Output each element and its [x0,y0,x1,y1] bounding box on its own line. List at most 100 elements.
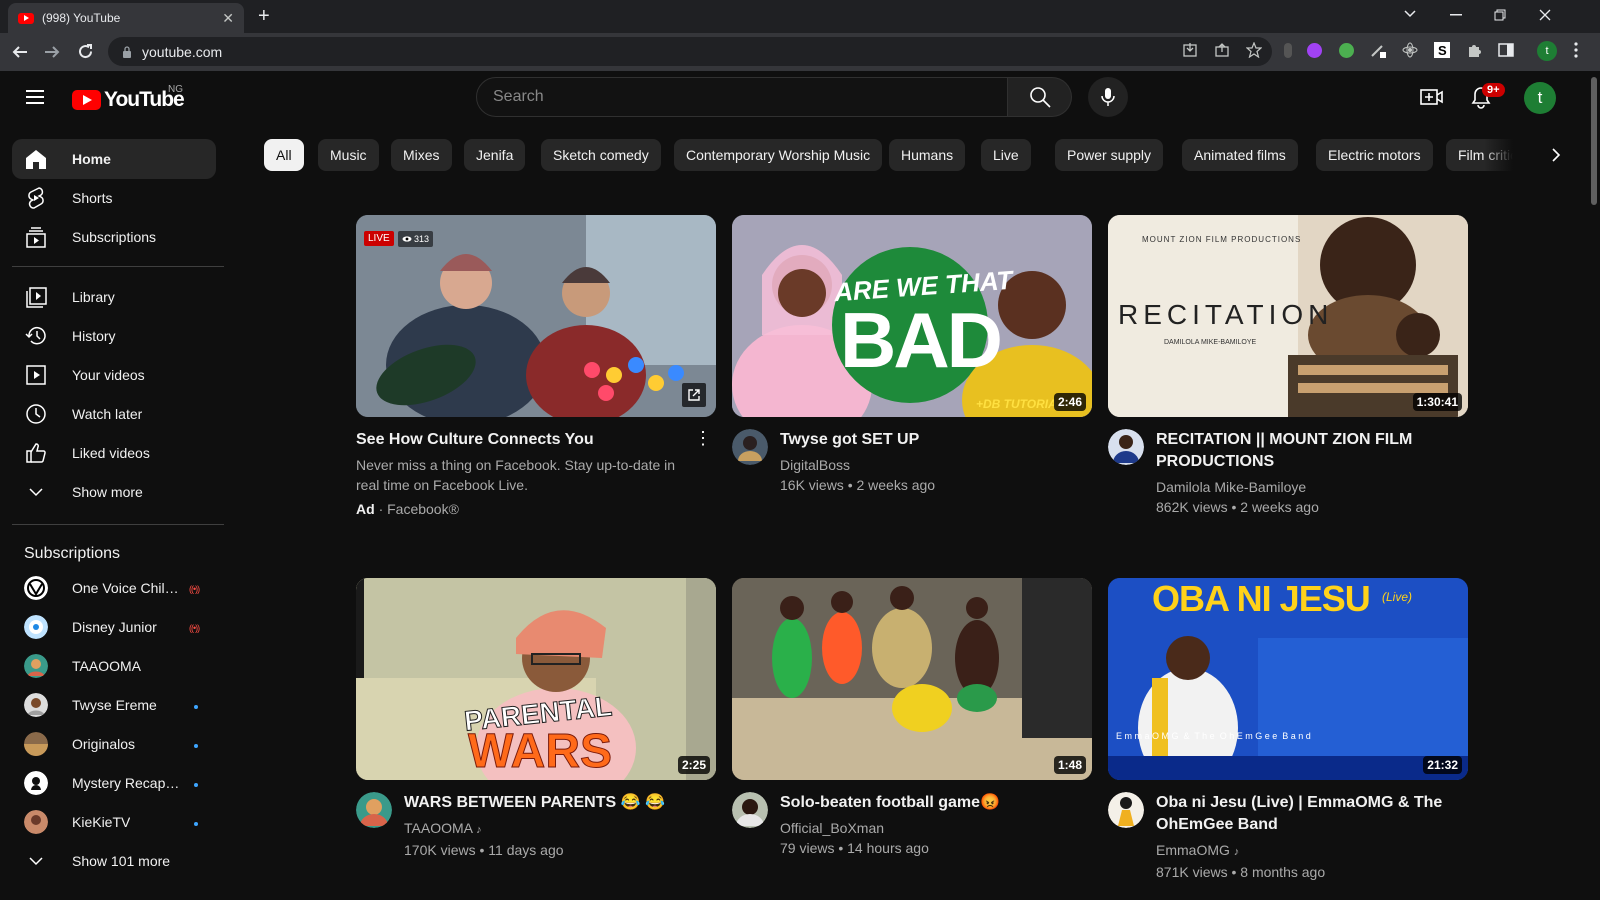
search-button[interactable] [1008,77,1072,117]
sidebar-item-subscriptions[interactable]: Subscriptions [12,217,216,257]
account-avatar[interactable]: t [1524,82,1556,114]
channel-name[interactable]: DigitalBoss [780,455,935,475]
extension-2-icon[interactable] [1307,43,1322,58]
minimize-icon[interactable] [1450,14,1462,16]
extension-6-icon[interactable]: S [1434,42,1450,58]
video-card[interactable]: MOUNT ZION FILM PRODUCTIONS RECITATION D… [1108,215,1468,517]
channel-avatar[interactable] [732,792,768,828]
extension-5-icon[interactable] [1402,42,1418,58]
sidebar-item-shorts[interactable]: Shorts [12,178,216,218]
channel-name[interactable]: TAAOOMA ♪ [404,818,665,840]
browser-tab[interactable]: (998) YouTube ✕ [8,3,244,33]
video-card[interactable]: ARE WE THAT BAD +DB TUTORIA 2:46 Twyse g… [732,215,1092,495]
chip-electric-motors[interactable]: Electric motors [1316,139,1433,171]
video-card[interactable]: 1:48 Solo-beaten football game😡 Official… [732,578,1092,858]
video-title[interactable]: See How Culture Connects You [356,429,688,451]
video-title[interactable]: Solo-beaten football game😡 [780,792,1000,814]
chip-jenifa[interactable]: Jenifa [464,139,526,171]
install-app-icon[interactable] [1182,42,1198,58]
sidebar-show-more-button[interactable]: Show more [12,472,216,512]
tab-close-icon[interactable]: ✕ [222,10,234,27]
address-bar[interactable]: youtube.com [108,37,1272,66]
video-title[interactable]: WARS BETWEEN PARENTS 😂 😂 [404,792,665,814]
scrollbar-thumb[interactable] [1591,77,1597,205]
ad-description: Never miss a thing on Facebook. Stay up-… [356,457,676,493]
more-actions-icon[interactable]: ⋮ [694,429,712,447]
page-scrollbar[interactable] [1588,71,1600,900]
video-thumbnail[interactable]: ARE WE THAT BAD +DB TUTORIA 2:46 [732,215,1092,417]
channel-name[interactable]: Official_BoXman [780,818,1000,838]
subscription-item[interactable]: KieKieTV [12,802,216,842]
thumbnail-caption: DAMILOLA MIKE-BAMILOYE [1164,339,1257,346]
sidebar-label: Show 101 more [72,853,171,869]
video-title[interactable]: RECITATION || MOUNT ZION FILM PRODUCTION… [1156,429,1468,473]
new-tab-button[interactable]: + [258,5,270,28]
channel-avatar[interactable] [1108,792,1144,828]
chip-mixes[interactable]: Mixes [391,139,452,171]
browser-menu-icon[interactable] [1574,42,1578,58]
voice-search-button[interactable] [1088,77,1128,117]
channel-name[interactable]: Damilola Mike-Bamiloye [1156,477,1468,497]
chip-music[interactable]: Music [318,139,379,171]
extension-4-icon[interactable] [1370,42,1386,58]
music-note-icon: ♪ [476,824,482,836]
subscription-item[interactable]: Twyse Ereme [12,685,216,725]
sidebar-item-liked-videos[interactable]: Liked videos [12,433,216,473]
video-title[interactable]: Twyse got SET UP [780,429,935,451]
share-icon[interactable] [1214,42,1230,58]
video-duration: 2:25 [677,756,710,774]
window-close-icon[interactable] [1539,9,1551,21]
subscription-item[interactable]: Originalos [12,724,216,764]
hamburger-menu-icon[interactable] [26,90,44,104]
chip-live[interactable]: Live [981,139,1031,171]
back-icon[interactable] [12,44,28,60]
create-video-icon[interactable] [1420,87,1444,107]
chip-humans[interactable]: Humans [889,139,966,171]
browser-profile-avatar[interactable]: t [1537,41,1557,61]
channel-avatar[interactable] [1108,429,1144,465]
forward-icon[interactable] [44,44,60,60]
extension-1-icon[interactable] [1284,43,1292,58]
subscription-item[interactable]: Disney Junior [12,607,216,647]
video-stats: 871K views • 8 months ago [1156,864,1326,880]
chip-power-supply[interactable]: Power supply [1055,139,1164,171]
channel-name[interactable]: EmmaOMG ♪ [1156,840,1468,862]
extension-3-icon[interactable] [1339,43,1354,58]
channel-avatar[interactable] [356,792,392,828]
video-thumbnail[interactable]: LIVE 313 [356,215,716,417]
channel-avatar[interactable] [732,429,768,465]
chip-all[interactable]: All [264,139,304,171]
chip-sketch-comedy[interactable]: Sketch comedy [541,139,661,171]
sidebar-item-your-videos[interactable]: Your videos [12,355,216,395]
subscription-item[interactable]: TAAOOMA [12,646,216,686]
sidebar-item-history[interactable]: History [12,316,216,356]
subscription-item[interactable]: Mystery Recapped [12,763,216,803]
chip-contemporary-worship-music[interactable]: Contemporary Worship Music [674,139,883,171]
restore-icon[interactable] [1494,9,1506,21]
video-card-ad[interactable]: LIVE 313 See How Culture Connects You Ne… [356,215,716,517]
video-card[interactable]: PARENTAL WARS 2:25 WARS BETWEEN PARENTS … [356,578,716,860]
video-thumbnail[interactable]: MOUNT ZION FILM PRODUCTIONS RECITATION D… [1108,215,1468,417]
video-card[interactable]: OBA NI JESU (Live) E m m a O M G & T h e… [1108,578,1468,882]
video-thumbnail[interactable]: PARENTAL WARS 2:25 [356,578,716,780]
bookmark-star-icon[interactable] [1246,42,1262,58]
side-panel-icon[interactable] [1498,42,1514,58]
subscription-item[interactable]: One Voice Children's Choir [12,568,216,608]
open-external-button[interactable] [682,383,706,407]
sidebar-item-watch-later[interactable]: Watch later [12,394,216,434]
extensions-puzzle-icon[interactable] [1466,42,1482,58]
youtube-logo[interactable]: YouTube NG [72,84,185,112]
advertiser-name[interactable]: · Facebook® [379,501,459,517]
thumbnail-caption: (Live) [1382,590,1413,604]
chips-next-button[interactable] [1540,139,1572,171]
video-title[interactable]: Oba ni Jesu (Live) | EmmaOMG & The OhEmG… [1156,792,1468,836]
chip-animated-films[interactable]: Animated films [1182,139,1298,171]
tab-search-icon[interactable] [1403,9,1417,19]
sidebar-item-home[interactable]: Home [12,139,216,179]
search-input[interactable] [493,88,1007,106]
video-thumbnail[interactable]: OBA NI JESU (Live) E m m a O M G & T h e… [1108,578,1468,780]
sidebar-item-library[interactable]: Library [12,277,216,317]
video-thumbnail[interactable]: 1:48 [732,578,1092,780]
show-more-subscriptions-button[interactable]: Show 101 more [12,841,216,881]
reload-icon[interactable] [77,43,94,60]
